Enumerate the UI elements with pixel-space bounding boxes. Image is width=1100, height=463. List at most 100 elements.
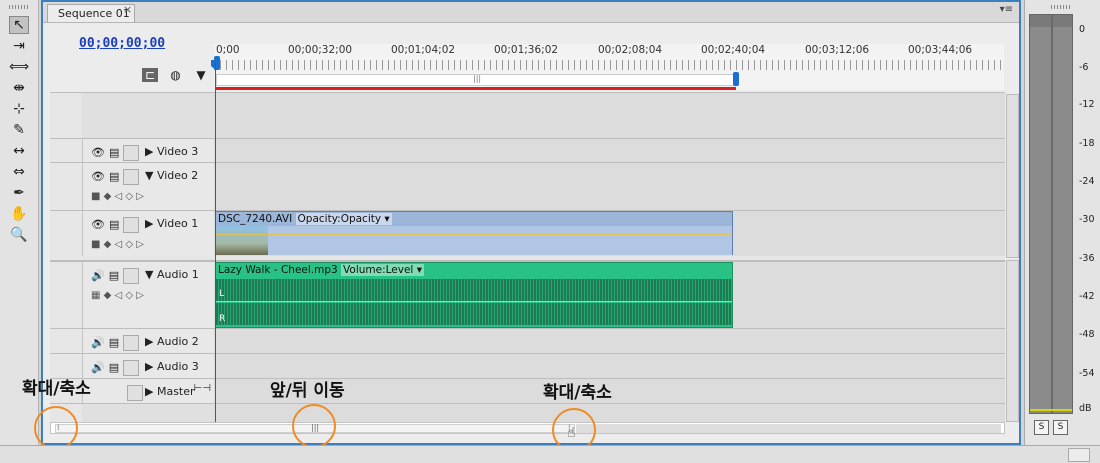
peak-level bbox=[1030, 409, 1072, 411]
status-box bbox=[1068, 448, 1090, 462]
collapse-icon[interactable]: ▶ bbox=[145, 145, 153, 158]
set-marker-icon[interactable]: ▼ bbox=[193, 68, 209, 82]
lock-toggle[interactable] bbox=[123, 335, 140, 351]
track-header: 👁 ▤ ▶ Video 3 bbox=[82, 139, 215, 162]
rate-stretch-tool-icon[interactable]: ⊹ bbox=[9, 100, 29, 118]
db-label: -36 bbox=[1079, 253, 1095, 264]
highlight-circle-zoom-left bbox=[34, 406, 78, 450]
timecode-display[interactable]: 00;00;00;00 bbox=[79, 36, 165, 51]
collapse-icon[interactable]: ▶ bbox=[145, 360, 153, 373]
effect-dropdown[interactable]: Opacity:Opacity ▾ bbox=[295, 213, 392, 225]
track-lane[interactable] bbox=[214, 329, 1005, 353]
ripple-edit-tool-icon[interactable]: ⟺ bbox=[9, 58, 29, 76]
video-vertical-scrollbar[interactable] bbox=[1006, 94, 1019, 258]
channel-label: R bbox=[219, 314, 226, 324]
track-master[interactable]: ▶ Master ⊢⊣ bbox=[50, 378, 1005, 403]
track-lane[interactable] bbox=[214, 163, 1005, 210]
playhead-line[interactable] bbox=[215, 62, 216, 422]
volume-line[interactable] bbox=[216, 301, 732, 302]
master-icon[interactable]: ⊢⊣ bbox=[194, 383, 211, 394]
lock-icon[interactable]: ▤ bbox=[109, 361, 119, 374]
hand-tool-icon[interactable]: ✋ bbox=[9, 205, 29, 223]
lock-toggle[interactable] bbox=[123, 145, 140, 161]
eye-icon[interactable]: 👁 bbox=[91, 218, 105, 231]
lock-toggle[interactable] bbox=[123, 169, 140, 185]
hand-cursor-icon: ☝ bbox=[567, 425, 576, 441]
annotation-zoom-right: 확대/축소 bbox=[543, 383, 612, 403]
speaker-icon[interactable]: 🔊 bbox=[91, 336, 105, 349]
pen-tool-icon[interactable]: ✒ bbox=[9, 184, 29, 202]
rolling-edit-tool-icon[interactable]: ⇼ bbox=[9, 79, 29, 97]
lock-icon[interactable]: ▤ bbox=[109, 218, 119, 231]
video-clip[interactable]: DSC_7240.AVI Opacity:Opacity ▾ bbox=[215, 211, 733, 255]
annotation-scroll: 앞/뒤 이동 bbox=[270, 381, 345, 401]
lock-toggle[interactable] bbox=[123, 360, 140, 376]
lock-toggle[interactable] bbox=[127, 385, 143, 401]
collapse-icon[interactable]: ▶ bbox=[145, 385, 153, 398]
close-icon[interactable]: × bbox=[123, 3, 132, 16]
lock-icon[interactable]: ▤ bbox=[109, 269, 119, 282]
track-video-2[interactable]: 👁 ▤ ▼ Video 2 ■ ◆ ◁ ◇ ▷ bbox=[50, 162, 1005, 210]
selection-tool-icon[interactable]: ↖ bbox=[9, 16, 29, 34]
audio-clip[interactable]: Lazy Walk - Cheel.mp3 Volume:Level ▾ L R bbox=[215, 262, 733, 328]
ruler-tick: 00;02;08;04 bbox=[598, 44, 663, 56]
slip-tool-icon[interactable]: ↔ bbox=[9, 142, 29, 160]
panel-grip[interactable] bbox=[1051, 5, 1071, 9]
panel-grip[interactable] bbox=[9, 5, 29, 9]
audio-meter-panel: 0 -6 -12 -18 -24 -30 -36 -42 -48 -54 dB … bbox=[1024, 0, 1100, 445]
expand-icon[interactable]: ▼ bbox=[145, 169, 153, 182]
sequence-panel: Sequence 01 × ▾≡ 00;00;00;00 ⊏ ◍ ▼ 0;00 … bbox=[41, 0, 1021, 445]
zoom-tool-icon[interactable]: 🔍 bbox=[9, 226, 29, 244]
eye-icon[interactable]: 👁 bbox=[91, 146, 105, 159]
render-status-bar bbox=[216, 87, 736, 90]
speaker-icon[interactable]: 🔊 bbox=[91, 269, 105, 282]
audio-vertical-scrollbar[interactable] bbox=[1006, 260, 1019, 422]
track-audio-1[interactable]: 🔊 ▤ ▼ Audio 1 ▦ ◆ ◁ ◇ ▷ Lazy Walk - Cheel… bbox=[50, 260, 1005, 328]
lock-icon[interactable]: ▤ bbox=[109, 170, 119, 183]
collapse-icon[interactable]: ▶ bbox=[145, 335, 153, 348]
track-audio-3[interactable]: 🔊 ▤ ▶ Audio 3 bbox=[50, 353, 1005, 378]
panel-menu-icon[interactable]: ▾≡ bbox=[1000, 4, 1013, 15]
ruler-tick: 00;01;04;02 bbox=[391, 44, 456, 56]
clip-name: DSC_7240.AVI bbox=[218, 213, 293, 225]
expand-icon[interactable]: ▼ bbox=[145, 268, 153, 281]
timeline-horizontal-scrollbar[interactable]: ⁞ ||| ⁞ bbox=[50, 422, 1005, 434]
ruler-tick: 00;03;12;06 bbox=[805, 44, 870, 56]
time-ruler[interactable]: 0;00 00;00;32;00 00;01;04;02 00;01;36;02… bbox=[214, 44, 1004, 90]
scrollbar-track[interactable] bbox=[576, 424, 1001, 433]
highlight-circle-scroll bbox=[292, 404, 336, 448]
channel-label: L bbox=[219, 289, 225, 299]
solo-right-button[interactable]: S bbox=[1053, 420, 1068, 435]
track-lane[interactable] bbox=[214, 139, 1005, 162]
collapse-icon[interactable]: ▶ bbox=[145, 217, 153, 230]
tab-sequence[interactable]: Sequence 01 bbox=[47, 4, 135, 22]
work-area-end-handle[interactable] bbox=[733, 72, 739, 86]
speaker-icon[interactable]: 🔊 bbox=[91, 361, 105, 374]
db-label: -48 bbox=[1079, 329, 1095, 340]
snap-icon[interactable]: ⊏ bbox=[142, 68, 158, 82]
marker-icon[interactable]: ◍ bbox=[168, 68, 184, 82]
eye-icon[interactable]: 👁 bbox=[91, 170, 105, 183]
tracks-area: 👁 ▤ ▶ Video 3 👁 ▤ ▼ Video 2 ■ ◆ ◁ ◇ ▷ 👁 ▤ ▶… bbox=[50, 92, 1005, 422]
db-label: -54 bbox=[1079, 368, 1095, 379]
razor-tool-icon[interactable]: ✎ bbox=[9, 121, 29, 139]
solo-left-button[interactable]: S bbox=[1034, 420, 1049, 435]
track-select-tool-icon[interactable]: ⇥ bbox=[9, 37, 29, 55]
lock-toggle[interactable] bbox=[123, 217, 140, 233]
work-area-bar[interactable]: ||| bbox=[216, 74, 736, 86]
slide-tool-icon[interactable]: ⇔ bbox=[9, 163, 29, 181]
track-video-1[interactable]: 👁 ▤ ▶ Video 1 ■ ◆ ◁ ◇ ▷ DSC_7240.AVI Opac… bbox=[50, 210, 1005, 256]
lock-icon[interactable]: ▤ bbox=[109, 146, 119, 159]
track-lane[interactable] bbox=[214, 354, 1005, 378]
ruler-tick: 00;01;36;02 bbox=[494, 44, 559, 56]
effect-dropdown[interactable]: Volume:Level ▾ bbox=[341, 264, 424, 276]
lock-icon[interactable]: ▤ bbox=[109, 336, 119, 349]
track-video-3[interactable]: 👁 ▤ ▶ Video 3 bbox=[50, 138, 1005, 162]
opacity-line[interactable] bbox=[216, 234, 732, 235]
track-header: 👁 ▤ ▶ Video 1 ■ ◆ ◁ ◇ ▷ bbox=[82, 211, 215, 256]
audio-meter-bars bbox=[1029, 14, 1073, 414]
work-area-grip[interactable]: ||| bbox=[473, 74, 481, 83]
lock-toggle[interactable] bbox=[123, 268, 140, 284]
track-audio-2[interactable]: 🔊 ▤ ▶ Audio 2 bbox=[50, 328, 1005, 353]
keyframe-controls: ■ ◆ ◁ ◇ ▷ bbox=[91, 239, 144, 250]
